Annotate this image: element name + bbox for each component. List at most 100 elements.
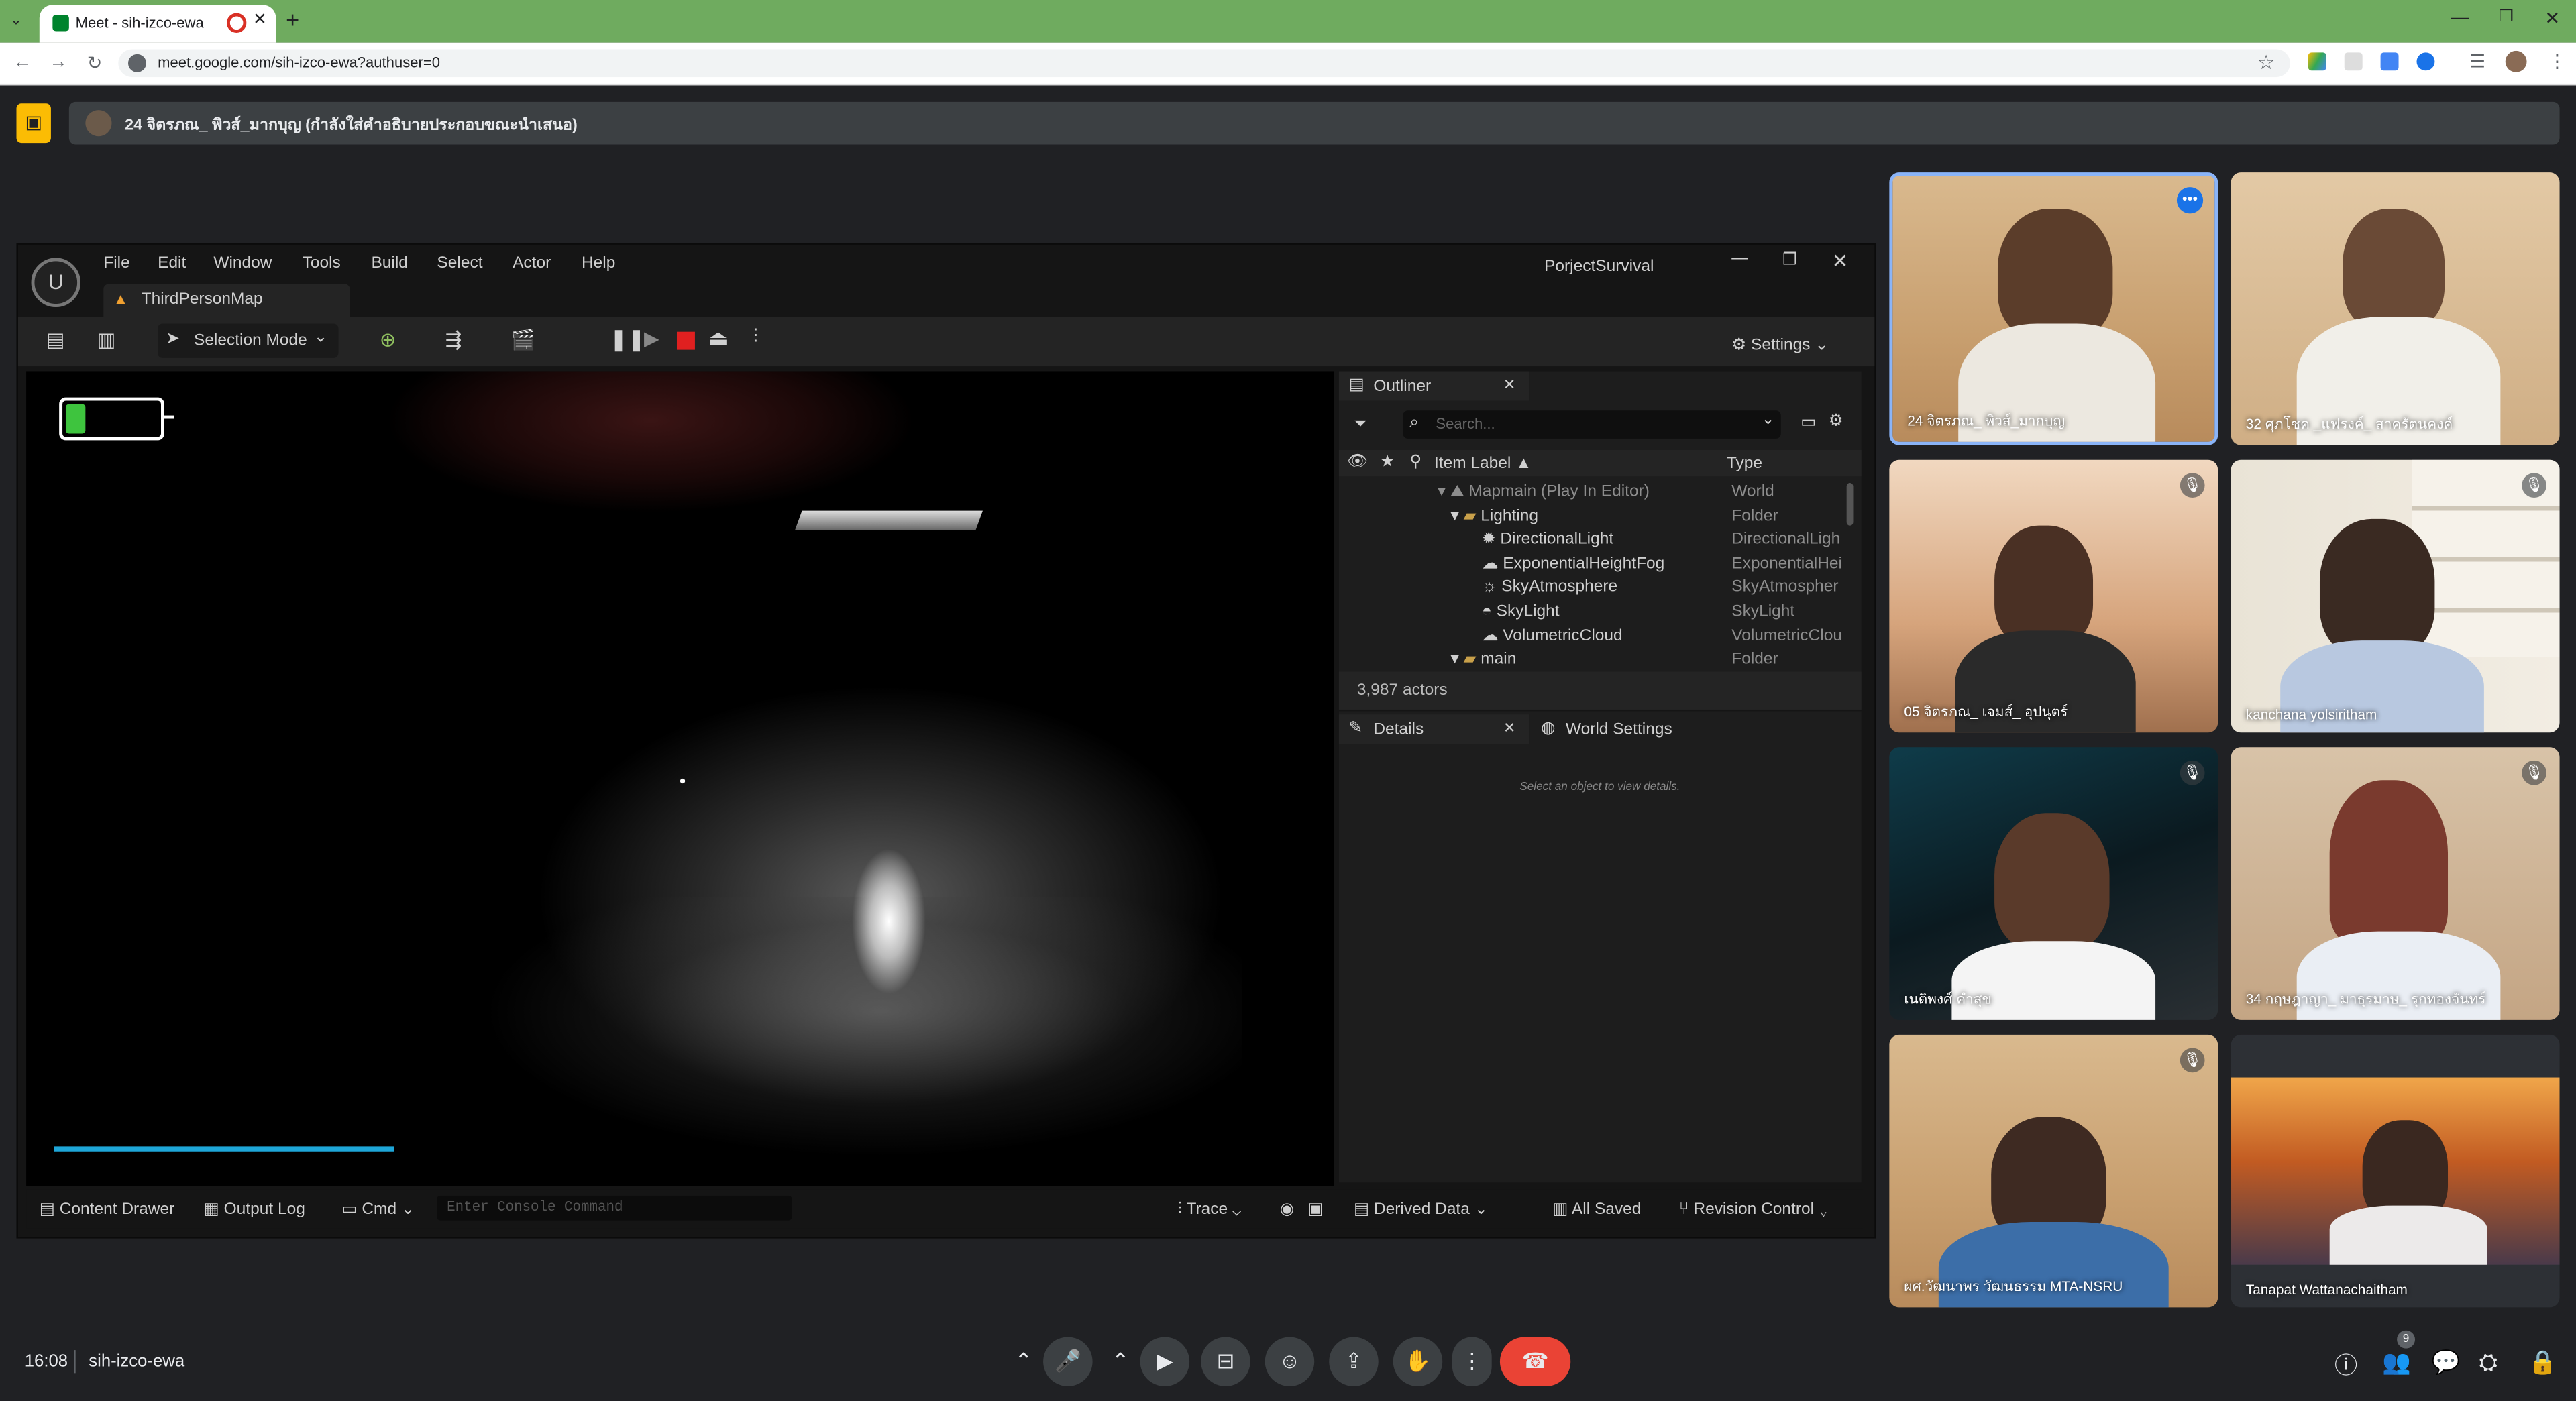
- details-tab[interactable]: ✎ Details ✕: [1338, 714, 1530, 744]
- participant-tile[interactable]: ••• 24 จิตรภณ_ พิวส์_มากบุญ: [1889, 172, 2218, 445]
- extension-icon-4[interactable]: [2416, 52, 2435, 71]
- extension-icon-3[interactable]: [2380, 52, 2399, 71]
- more-options-icon[interactable]: •••: [2176, 187, 2204, 214]
- participant-tile[interactable]: 🎙 เนติพงศ์ คำสุข: [1889, 747, 2218, 1020]
- leave-call-button[interactable]: ☎: [1499, 1337, 1571, 1386]
- reload-icon[interactable]: ↻: [87, 52, 103, 74]
- outliner-scrollbar[interactable]: [1846, 483, 1854, 526]
- activities-icon[interactable]: ⛭: [2479, 1349, 2498, 1377]
- menu-actor[interactable]: Actor: [513, 255, 551, 273]
- participant-tile[interactable]: 🎙 ผศ.วัฒนาพร วัฒนธรรม MTA-NSRU: [1889, 1034, 2218, 1308]
- menu-select[interactable]: Select: [437, 255, 482, 273]
- camera-button[interactable]: ▶: [1140, 1337, 1190, 1386]
- back-icon[interactable]: ←: [13, 52, 32, 72]
- selection-mode-dropdown[interactable]: ➤ Selection Mode ⌄: [158, 323, 339, 358]
- visibility-eye-icon[interactable]: 👁: [1347, 453, 1368, 471]
- revision-control-dropdown[interactable]: ⑂ Revision Control ⌄: [1679, 1200, 1829, 1219]
- presenting-indicator-icon[interactable]: ▣: [16, 103, 51, 144]
- browse-icon[interactable]: ▥: [97, 329, 115, 351]
- browser-tab[interactable]: Meet - sih-izco-ewa ✕: [39, 5, 276, 43]
- outliner-settings-icon[interactable]: ⚙: [1829, 412, 1843, 431]
- tab-search-icon[interactable]: ⌄: [10, 11, 22, 30]
- tree-row[interactable]: ☁ VolumetricCloud: [1482, 625, 1623, 649]
- ue-minimize-icon[interactable]: —: [1731, 249, 1748, 268]
- eject-icon[interactable]: ⏏: [708, 325, 729, 351]
- record-icon[interactable]: ◉: [1280, 1200, 1294, 1219]
- menu-tools[interactable]: Tools: [303, 255, 341, 273]
- participant-tile[interactable]: 🎙 kanchana yolsiritham: [2231, 459, 2560, 733]
- add-actor-icon[interactable]: ⊕: [380, 329, 396, 351]
- chat-icon[interactable]: 💬: [2432, 1349, 2461, 1377]
- type-header[interactable]: Type: [1727, 455, 1762, 473]
- cinematics-icon[interactable]: 🎬: [511, 329, 536, 351]
- menu-file[interactable]: File: [103, 255, 129, 273]
- tree-row[interactable]: ▾ ▰ main: [1450, 649, 1516, 672]
- tree-row[interactable]: ▾ ⛰ Mapmain (Play In Editor): [1438, 482, 1650, 506]
- profile-avatar-icon[interactable]: [2505, 50, 2527, 72]
- menu-build[interactable]: Build: [371, 255, 407, 273]
- host-controls-icon[interactable]: 🔒: [2528, 1349, 2557, 1377]
- map-tab[interactable]: ▲ ThirdPersonMap: [103, 284, 350, 317]
- participant-tile[interactable]: Tanapat Wattanachaitham: [2231, 1034, 2560, 1308]
- ue-close-icon[interactable]: ✕: [1832, 249, 1849, 272]
- captions-button[interactable]: ⊟: [1201, 1337, 1250, 1386]
- participant-tile[interactable]: 🎙 34 กฤษฎาญา_ มาธุรมาษ_ รุกทองจันทร์: [2231, 747, 2560, 1020]
- tree-row[interactable]: ▾ ▰ Lighting: [1450, 505, 1538, 529]
- tab-close-icon[interactable]: ✕: [253, 11, 267, 30]
- expand-arrow-icon[interactable]: ▾: [1450, 507, 1463, 525]
- step-icon[interactable]: ▶: [644, 327, 659, 349]
- tree-row[interactable]: ☼ SkyAtmosphere: [1482, 577, 1617, 602]
- more-options-button[interactable]: ⋮: [1452, 1337, 1492, 1386]
- menu-window[interactable]: Window: [213, 255, 272, 273]
- minimize-icon[interactable]: —: [2451, 8, 2469, 27]
- content-drawer-button[interactable]: ▤ Content Drawer: [40, 1200, 174, 1219]
- tree-row[interactable]: ☁ ExponentialHeightFog: [1482, 553, 1664, 577]
- forward-icon[interactable]: →: [49, 52, 67, 72]
- cmd-dropdown[interactable]: ▭ Cmd ⌄: [341, 1200, 415, 1219]
- all-saved-button[interactable]: ▥ All Saved: [1552, 1200, 1641, 1219]
- trace-dropdown[interactable]: ⫶ Trace ⌄: [1178, 1200, 1241, 1219]
- new-tab-icon[interactable]: +: [286, 7, 299, 33]
- raise-hand-button[interactable]: ✋: [1393, 1337, 1443, 1386]
- bookmark-star-icon[interactable]: ☆: [2257, 51, 2275, 74]
- screenshot-icon[interactable]: ▣: [1307, 1200, 1323, 1219]
- window-close-icon[interactable]: ✕: [2545, 8, 2561, 30]
- microphone-button[interactable]: 🎤: [1043, 1337, 1093, 1386]
- play-options-icon[interactable]: ⋮: [747, 327, 763, 345]
- reactions-button[interactable]: ☺: [1265, 1337, 1315, 1386]
- outliner-search[interactable]: ⌕ Search... ⌄: [1403, 410, 1781, 439]
- site-info-icon[interactable]: [128, 54, 146, 72]
- tree-row[interactable]: ◓ SkyLight: [1482, 601, 1560, 625]
- omnibox[interactable]: meet.google.com/sih-izco-ewa?authuser=0 …: [118, 49, 2290, 78]
- outliner-tab[interactable]: ▤ Outliner ✕: [1338, 371, 1530, 401]
- restore-icon[interactable]: ❐: [2499, 8, 2514, 26]
- stop-icon[interactable]: [676, 331, 695, 350]
- new-folder-icon[interactable]: ▭: [1801, 414, 1816, 432]
- filter-icon[interactable]: ⏷: [1354, 416, 1367, 434]
- outliner-close-icon[interactable]: ✕: [1503, 376, 1515, 394]
- world-settings-tab[interactable]: ◍ World Settings: [1536, 714, 1733, 744]
- meeting-info-icon[interactable]: ⓘ: [2334, 1349, 2357, 1382]
- tree-row[interactable]: ✹ DirectionalLight: [1482, 529, 1613, 553]
- save-icon[interactable]: ▤: [46, 329, 65, 351]
- pin-icon[interactable]: ⚲: [1409, 453, 1421, 471]
- audio-options-chevron[interactable]: ⌃: [1004, 1337, 1043, 1386]
- menu-edit[interactable]: Edit: [158, 255, 186, 273]
- pause-icon[interactable]: ❚❚: [610, 327, 645, 353]
- participant-tile[interactable]: 32 ศุภโชค _แฟรงค์_ สาครัตนคงค์: [2231, 172, 2560, 445]
- item-label-header[interactable]: Item Label ▲: [1434, 455, 1532, 473]
- blueprint-icon[interactable]: ⇶: [445, 329, 462, 351]
- extension-icon-2[interactable]: [2344, 52, 2363, 71]
- present-button[interactable]: ⇪: [1329, 1337, 1379, 1386]
- derived-data-dropdown[interactable]: ▤ Derived Data ⌄: [1354, 1200, 1488, 1219]
- settings-button[interactable]: ⚙ Settings ⌄: [1731, 329, 1829, 358]
- star-icon[interactable]: ★: [1380, 453, 1395, 471]
- media-control-icon[interactable]: ☰: [2469, 51, 2485, 72]
- video-options-chevron[interactable]: ⌃: [1101, 1337, 1140, 1386]
- chrome-menu-icon[interactable]: ⋮: [2548, 51, 2566, 72]
- details-close-icon[interactable]: ✕: [1503, 720, 1515, 738]
- ue-restore-icon[interactable]: ❐: [1782, 251, 1797, 270]
- game-viewport[interactable]: [26, 371, 1334, 1186]
- expand-arrow-icon[interactable]: ▾: [1450, 651, 1463, 669]
- output-log-button[interactable]: ▦ Output Log: [204, 1200, 305, 1219]
